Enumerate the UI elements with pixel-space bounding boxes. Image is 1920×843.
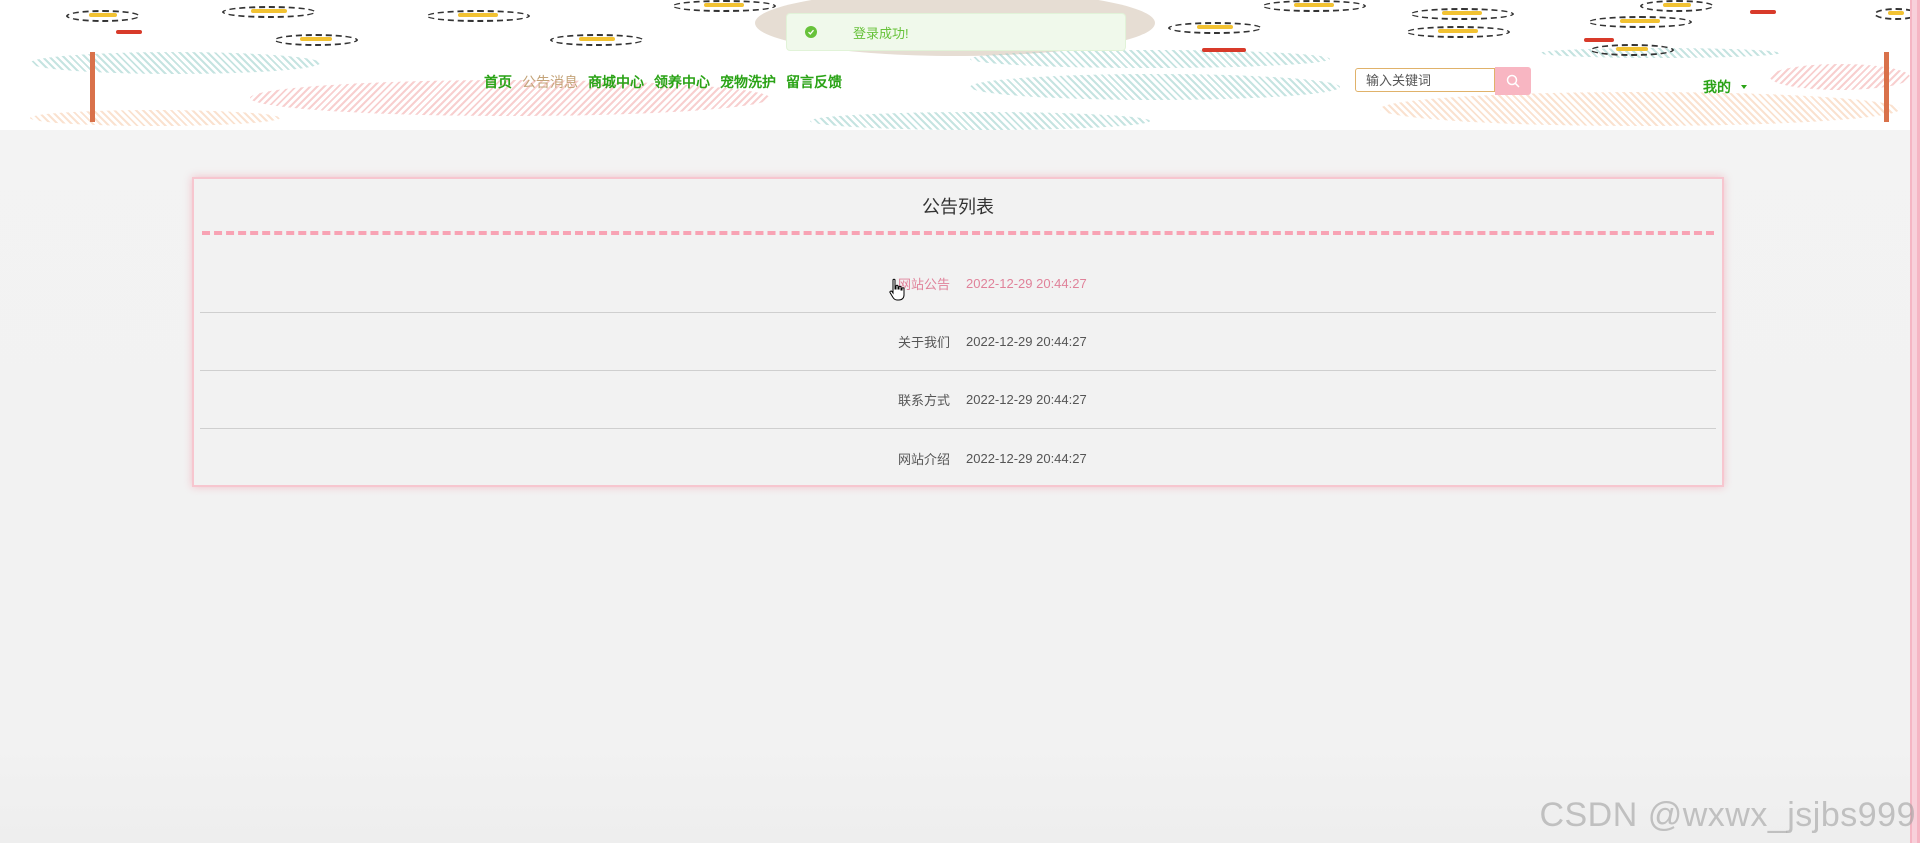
ring-decoration xyxy=(222,6,316,18)
red-decoration xyxy=(1584,38,1614,42)
notice-title[interactable]: 网站介绍 xyxy=(790,449,950,468)
toast-message: 登录成功! xyxy=(853,25,909,41)
notice-title[interactable]: 联系方式 xyxy=(790,390,950,409)
pole-decoration xyxy=(1884,52,1889,122)
scrollbar-thumb[interactable] xyxy=(1912,0,1917,843)
notice-time: 2022-12-29 20:44:27 xyxy=(966,334,1087,349)
search-icon xyxy=(1506,74,1520,88)
red-decoration xyxy=(1202,48,1246,52)
ring-decoration xyxy=(1590,44,1674,56)
notice-time: 2022-12-29 20:44:27 xyxy=(966,450,1087,466)
ring-decoration xyxy=(66,10,140,22)
ring-decoration xyxy=(672,0,776,12)
ring-decoration xyxy=(1874,8,1910,20)
notice-time: 2022-12-29 20:44:27 xyxy=(966,392,1087,407)
nav-item-mall[interactable]: 商城中心 xyxy=(588,72,644,92)
nav-item-feedback[interactable]: 留言反馈 xyxy=(786,72,842,92)
ring-decoration xyxy=(550,34,644,46)
user-menu[interactable]: 我的 xyxy=(1703,77,1747,97)
user-menu-label: 我的 xyxy=(1703,79,1731,95)
hand-cursor-icon xyxy=(889,278,905,301)
panel-title: 公告列表 xyxy=(922,197,994,217)
ring-decoration xyxy=(1406,26,1510,38)
main-nav: 首页 公告消息 商城中心 领养中心 宠物洗护 留言反馈 xyxy=(484,72,842,92)
search-button[interactable] xyxy=(1495,67,1531,95)
caret-down-icon xyxy=(1741,85,1747,89)
notice-row[interactable]: 网站介绍 2022-12-29 20:44:27 xyxy=(200,429,1716,487)
cloud-decoration xyxy=(970,74,1340,100)
nav-item-adoption[interactable]: 领养中心 xyxy=(654,72,710,92)
ring-decoration xyxy=(1262,0,1366,12)
ring-decoration xyxy=(1168,22,1262,34)
pole-decoration xyxy=(90,52,95,122)
cloud-decoration xyxy=(1380,92,1900,126)
ring-decoration xyxy=(1588,16,1692,28)
notice-time: 2022-12-29 20:44:27 xyxy=(966,276,1087,291)
red-decoration xyxy=(1750,10,1776,14)
scrollbar-track[interactable] xyxy=(1910,0,1920,843)
page: 首页 公告消息 商城中心 领养中心 宠物洗护 留言反馈 我的 登录成功! xyxy=(0,0,1920,843)
cloud-decoration xyxy=(970,50,1330,68)
watermark: CSDN @wxwx_jsjbs999 xyxy=(1539,796,1916,834)
notice-title[interactable]: 网站公告 xyxy=(790,274,950,293)
cloud-decoration xyxy=(810,112,1150,130)
ring-decoration xyxy=(274,34,358,46)
notice-row[interactable]: 关于我们 2022-12-29 20:44:27 xyxy=(200,313,1716,371)
cloud-decoration xyxy=(30,52,320,74)
cloud-decoration xyxy=(30,110,280,126)
panel-divider xyxy=(202,231,1714,235)
success-toast: 登录成功! xyxy=(786,13,1126,51)
cloud-decoration xyxy=(1770,64,1910,90)
nav-item-home[interactable]: 首页 xyxy=(484,72,512,92)
notice-row[interactable]: 网站公告 2022-12-29 20:44:27 xyxy=(200,255,1716,313)
notice-list: 网站公告 2022-12-29 20:44:27 关于我们 2022-12-29… xyxy=(200,255,1716,487)
notice-title[interactable]: 关于我们 xyxy=(790,332,950,351)
nav-item-pet-grooming[interactable]: 宠物洗护 xyxy=(720,72,776,92)
ring-decoration xyxy=(426,10,530,22)
nav-item-announcements[interactable]: 公告消息 xyxy=(522,72,578,92)
search-input[interactable] xyxy=(1355,68,1495,92)
red-decoration xyxy=(116,30,142,34)
ring-decoration xyxy=(1410,8,1514,20)
notice-row[interactable]: 联系方式 2022-12-29 20:44:27 xyxy=(200,371,1716,429)
check-circle-icon xyxy=(805,26,817,38)
ring-decoration xyxy=(1640,0,1714,12)
notice-panel: 公告列表 网站公告 2022-12-29 20:44:27 关于我们 2022-… xyxy=(192,177,1724,487)
